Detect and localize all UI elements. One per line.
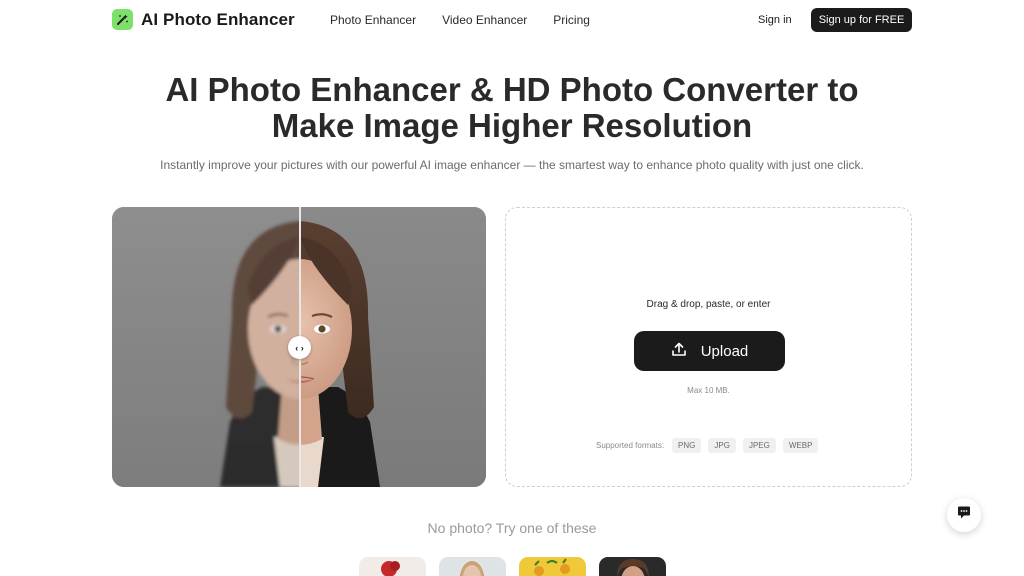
title-line-1: AI Photo Enhancer & HD Photo Converter t… (165, 71, 859, 108)
upload-icon (671, 341, 687, 362)
sign-up-button[interactable]: Sign up for FREE (811, 8, 912, 32)
supported-formats: Supported formats: PNG JPG JPEG WEBP (596, 438, 819, 453)
chat-button[interactable] (947, 498, 981, 532)
format-chip-png: PNG (672, 438, 702, 453)
formats-label: Supported formats: (596, 441, 665, 450)
nav-video-enhancer[interactable]: Video Enhancer (442, 13, 527, 27)
chat-icon (957, 506, 971, 524)
page-subtitle: Instantly improve your pictures with our… (160, 158, 864, 172)
title-line-2: Make Image Higher Resolution (271, 107, 753, 144)
dropzone-prompt: Drag & drop, paste, or enter (646, 299, 771, 310)
sample-image-man[interactable] (599, 557, 666, 576)
nav-photo-enhancer[interactable]: Photo Enhancer (330, 13, 416, 27)
upload-dropzone[interactable]: Drag & drop, paste, or enter Upload Max … (505, 207, 912, 487)
sample-image-fruit[interactable] (519, 557, 586, 576)
sample-image-rose[interactable] (359, 557, 426, 576)
before-after-comparison[interactable]: ‹ › (112, 207, 486, 487)
brand-logo[interactable]: AI Photo Enhancer (112, 9, 295, 30)
header: AI Photo Enhancer Photo Enhancer Video E… (0, 0, 1024, 40)
samples-heading: No photo? Try one of these (427, 520, 597, 536)
format-chip-jpeg: JPEG (742, 438, 776, 453)
upload-button-label: Upload (700, 342, 749, 360)
sample-image-woman[interactable] (439, 557, 506, 576)
magic-wand-icon (112, 9, 133, 30)
sample-images (359, 557, 666, 576)
sign-in-link[interactable]: Sign in (758, 14, 792, 26)
brand-name: AI Photo Enhancer (141, 9, 295, 29)
max-file-size: Max 10 MB. (687, 386, 730, 395)
page-title: AI Photo Enhancer & HD Photo Converter t… (0, 72, 1024, 144)
upload-button[interactable]: Upload (634, 331, 785, 371)
comparison-slider-handle[interactable]: ‹ › (288, 336, 311, 359)
chevron-left-right-icon: ‹ › (295, 342, 304, 353)
nav-pricing[interactable]: Pricing (553, 13, 590, 27)
format-chip-webp: WEBP (782, 438, 819, 453)
format-chip-jpg: JPG (708, 438, 736, 453)
main-nav: Photo Enhancer Video Enhancer Pricing (330, 13, 590, 27)
